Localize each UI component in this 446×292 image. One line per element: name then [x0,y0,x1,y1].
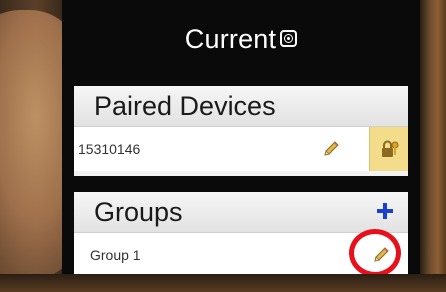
background-bottom [0,274,446,292]
device-lock-button[interactable] [369,127,408,171]
device-row[interactable]: 15310146 [74,127,408,171]
lock-key-icon [382,140,399,157]
background-right [418,0,446,292]
paired-devices-title: Paired Devices [94,91,276,121]
app-title: Current [184,24,277,54]
groups-title: Groups [94,197,183,227]
group-name: Group 1 [90,247,141,263]
device-id: 15310146 [78,141,141,157]
pencil-icon[interactable] [322,140,340,158]
groups-header: Groups [74,192,408,233]
current-logo-icon [280,30,298,47]
photo-frame: Current Paired Devices 15310146 Groups G… [0,0,446,292]
plus-icon [377,203,393,219]
paired-devices-header: Paired Devices [74,86,408,127]
highlight-ring [349,229,401,277]
paired-devices-panel: Paired Devices 15310146 [74,86,408,176]
app-header: Current [62,24,420,55]
add-group-button[interactable] [374,200,396,222]
